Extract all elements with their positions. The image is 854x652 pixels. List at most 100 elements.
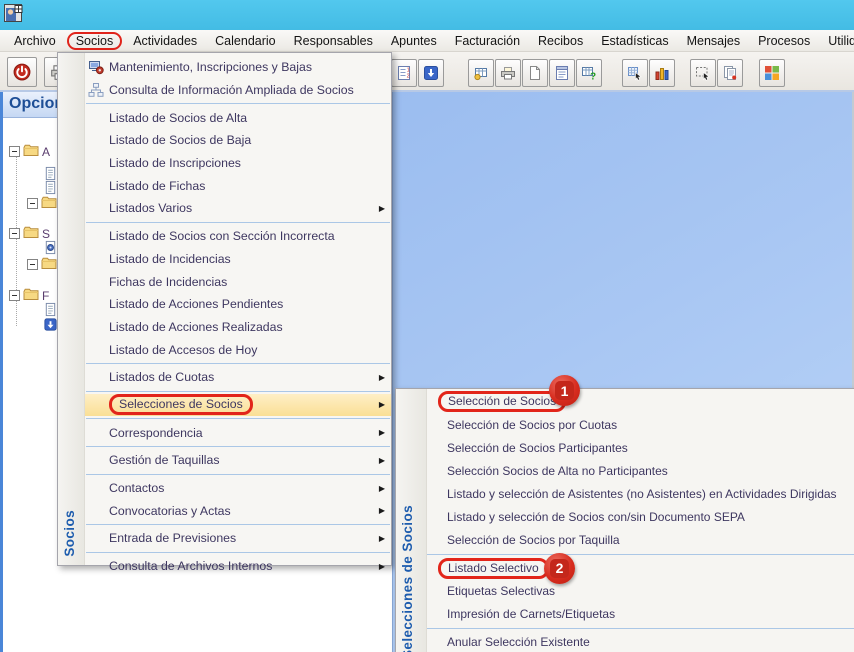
menu-item-seleccion-de-socios-por-cuotas[interactable]: Selección de Socios por Cuotas bbox=[427, 413, 854, 436]
toolbar-button-select-region-icon[interactable] bbox=[690, 59, 716, 87]
menu-item-entrada-de-previsiones[interactable]: Entrada de Previsiones ▶ bbox=[85, 527, 391, 550]
submenu-arrow-icon: ▶ bbox=[379, 400, 385, 409]
tree-row-folder1[interactable] bbox=[27, 255, 57, 274]
toolbar-button-power-icon[interactable] bbox=[7, 57, 37, 87]
menu-item-listado-de-acciones-pendientes[interactable]: Listado de Acciones Pendientes bbox=[85, 293, 391, 316]
menubar-item-estadisticas[interactable]: Estadísticas bbox=[592, 32, 677, 50]
menubar-item-facturacion[interactable]: Facturación bbox=[446, 32, 529, 50]
toolbar-button-download-arrow-icon[interactable] bbox=[418, 59, 444, 87]
menu-item-consulta-de-archivos-internos[interactable]: Consulta de Archivos Internos▶ bbox=[85, 555, 391, 578]
menu-item-seleccion-de-socios[interactable]: Selección de Socios1 bbox=[427, 390, 854, 413]
menu-item-label: Listado de Socios de Baja bbox=[109, 133, 251, 147]
menubar-item-mensajes[interactable]: Mensajes bbox=[678, 32, 750, 50]
menu-item-listados-de-cuotas[interactable]: Listados de Cuotas▶ bbox=[85, 366, 391, 389]
select-grid-icon bbox=[627, 65, 643, 81]
menubar-item-archivo[interactable]: Archivo bbox=[5, 32, 65, 50]
toolbar-button-table-export-icon[interactable] bbox=[468, 59, 494, 87]
menu-item-seleccion-de-socios-por-taquilla[interactable]: Selección de Socios por Taquilla bbox=[427, 529, 854, 552]
menu-item-selecciones-de-socios[interactable]: Selecciones de Socios▶ bbox=[85, 394, 391, 417]
folder-icon bbox=[41, 255, 57, 274]
toolbar-button-bar-chart-icon[interactable] bbox=[649, 59, 675, 87]
menu-item-listado-de-inscripciones[interactable]: Listado de Inscripciones bbox=[85, 152, 391, 175]
menu-item-gestion-de-taquillas[interactable]: Gestión de Taquillas ▶ bbox=[85, 449, 391, 472]
svg-text:1: 1 bbox=[407, 67, 410, 73]
menu-item-seleccion-socios-de-alta-no-participantes[interactable]: Selección Socios de Alta no Participante… bbox=[427, 459, 854, 482]
menu-item-label: Gestión de Taquillas bbox=[109, 453, 220, 467]
tree-expander-icon[interactable] bbox=[9, 290, 20, 301]
toolbar-button-fax-icon[interactable] bbox=[495, 59, 521, 87]
menubar-item-utilidades[interactable]: Utilidades bbox=[819, 32, 854, 50]
menu-item-listado-de-socios-de-alta[interactable]: Listado de Socios de Alta bbox=[85, 106, 391, 129]
menu-item-convocatorias-y-actas[interactable]: Convocatorias y Actas▶ bbox=[85, 499, 391, 522]
toolbar-right-group: 12? bbox=[391, 59, 805, 87]
menubar-item-apuntes[interactable]: Apuntes bbox=[382, 32, 446, 50]
menu-item-label: Anular Selección Existente bbox=[447, 635, 590, 649]
menu-item-fichas-de-incidencias[interactable]: Fichas de Incidencias bbox=[85, 270, 391, 293]
menu-item-contactos[interactable]: Contactos▶ bbox=[85, 477, 391, 500]
menu-item-label: Selección de Socios bbox=[438, 391, 566, 412]
menubar-item-actividades[interactable]: Actividades bbox=[124, 32, 206, 50]
menu-item-listado-y-seleccion-de-asistentes-no-asistentes-en-actividades-dirigidas[interactable]: Listado y selección de Asistentes (no As… bbox=[427, 482, 854, 505]
menu-item-impresion-de-carnets-etiquetas[interactable]: Impresión de Carnets/Etiquetas bbox=[427, 603, 854, 626]
folder-icon bbox=[23, 224, 39, 243]
menu-item-label: Impresión de Carnets/Etiquetas bbox=[447, 607, 615, 621]
selecciones-submenu-items: Selección de Socios1Selección de Socios … bbox=[427, 389, 854, 652]
menu-item-correspondencia[interactable]: Correspondencia▶ bbox=[85, 421, 391, 444]
menubar-item-recibos[interactable]: Recibos bbox=[529, 32, 592, 50]
menubar-item-socios[interactable]: Socios bbox=[67, 32, 123, 50]
menu-item-etiquetas-selectivas[interactable]: Etiquetas Selectivas bbox=[427, 580, 854, 603]
folder-icon bbox=[23, 142, 39, 161]
menu-item-anular-seleccion-existente[interactable]: Anular Selección Existente bbox=[427, 631, 854, 652]
toolbar-button-copy-page-icon[interactable] bbox=[717, 59, 743, 87]
power-icon bbox=[13, 63, 31, 81]
menu-separator bbox=[427, 628, 854, 629]
tree-expander-icon[interactable] bbox=[9, 228, 20, 239]
menu-item-listado-y-seleccion-de-socios-con-sin-documento-sepa[interactable]: Listado y selección de Socios con/sin Do… bbox=[427, 505, 854, 528]
menu-item-listados-varios[interactable]: Listados Varios▶ bbox=[85, 197, 391, 220]
menu-item-label: Listado de Socios de Alta bbox=[109, 111, 247, 125]
download-arrow-icon bbox=[423, 65, 439, 81]
tree-row-a[interactable]: A bbox=[9, 142, 50, 161]
tree-expander-icon[interactable] bbox=[9, 146, 20, 157]
menu-item-label: Contactos bbox=[109, 481, 164, 495]
menu-item-label: Selección de Socios Participantes bbox=[447, 441, 628, 455]
tree-row-folder1[interactable] bbox=[27, 194, 57, 213]
submenu-arrow-icon: ▶ bbox=[379, 534, 385, 543]
menu-item-label: Mantenimiento, Inscripciones y Bajas bbox=[109, 60, 312, 74]
menu-item-label: Listado Selectivo bbox=[438, 558, 549, 579]
toolbar-button-select-grid-icon[interactable] bbox=[622, 59, 648, 87]
table-question-icon: ? bbox=[581, 65, 597, 81]
annotation-badge-number: 2 bbox=[550, 559, 569, 578]
tree-expander-icon[interactable] bbox=[27, 259, 38, 270]
menubar-item-responsables[interactable]: Responsables bbox=[285, 32, 382, 50]
menu-item-consulta-de-informacion-ampliada-de-socios[interactable]: Consulta de Información Ampliada de Soci… bbox=[85, 79, 391, 102]
menu-item-seleccion-de-socios-participantes[interactable]: Selección de Socios Participantes bbox=[427, 436, 854, 459]
svg-text:?: ? bbox=[590, 72, 596, 82]
menubar-item-calendario[interactable]: Calendario bbox=[206, 32, 284, 50]
toolbar-button-table-question-icon[interactable]: ? bbox=[576, 59, 602, 87]
toolbar-button-numbered-list-icon[interactable]: 12 bbox=[391, 59, 417, 87]
toolbar-button-report-icon[interactable] bbox=[549, 59, 575, 87]
menu-item-listado-selectivo[interactable]: Listado Selectivo2 bbox=[427, 557, 854, 580]
numbered-list-icon: 12 bbox=[396, 65, 412, 81]
menu-item-listado-de-socios-de-baja[interactable]: Listado de Socios de Baja bbox=[85, 129, 391, 152]
menu-item-label: Listado de Acciones Pendientes bbox=[109, 297, 283, 311]
menu-item-listado-de-accesos-de-hoy[interactable]: Listado de Accesos de Hoy bbox=[85, 338, 391, 361]
menu-separator bbox=[86, 524, 390, 525]
tree-row-arrow[interactable] bbox=[43, 317, 58, 335]
toolbar-button-color-squares-icon[interactable] bbox=[759, 59, 785, 87]
menubar-item-procesos[interactable]: Procesos bbox=[749, 32, 819, 50]
menu-item-listado-de-acciones-realizadas[interactable]: Listado de Acciones Realizadas bbox=[85, 316, 391, 339]
menu-item-listado-de-fichas[interactable]: Listado de Fichas bbox=[85, 174, 391, 197]
toolbar-button-blank-document-icon[interactable] bbox=[522, 59, 548, 87]
menu-separator bbox=[86, 474, 390, 475]
menu-item-label: Listados Varios bbox=[109, 201, 192, 215]
menu-item-listado-de-socios-con-seccion-incorrecta[interactable]: Listado de Socios con Sección Incorrecta bbox=[85, 225, 391, 248]
menu-item-label: Listado de Inscripciones bbox=[109, 156, 241, 170]
menu-item-mantenimiento-inscripciones-y-bajas[interactable]: Mantenimiento, Inscripciones y Bajas bbox=[85, 56, 391, 79]
submenu-arrow-icon: ▶ bbox=[379, 456, 385, 465]
blank-document-icon bbox=[527, 65, 543, 81]
menu-item-label: Entrada de Previsiones bbox=[109, 531, 236, 545]
menu-item-listado-de-incidencias[interactable]: Listado de Incidencias bbox=[85, 248, 391, 271]
tree-expander-icon[interactable] bbox=[27, 198, 38, 209]
